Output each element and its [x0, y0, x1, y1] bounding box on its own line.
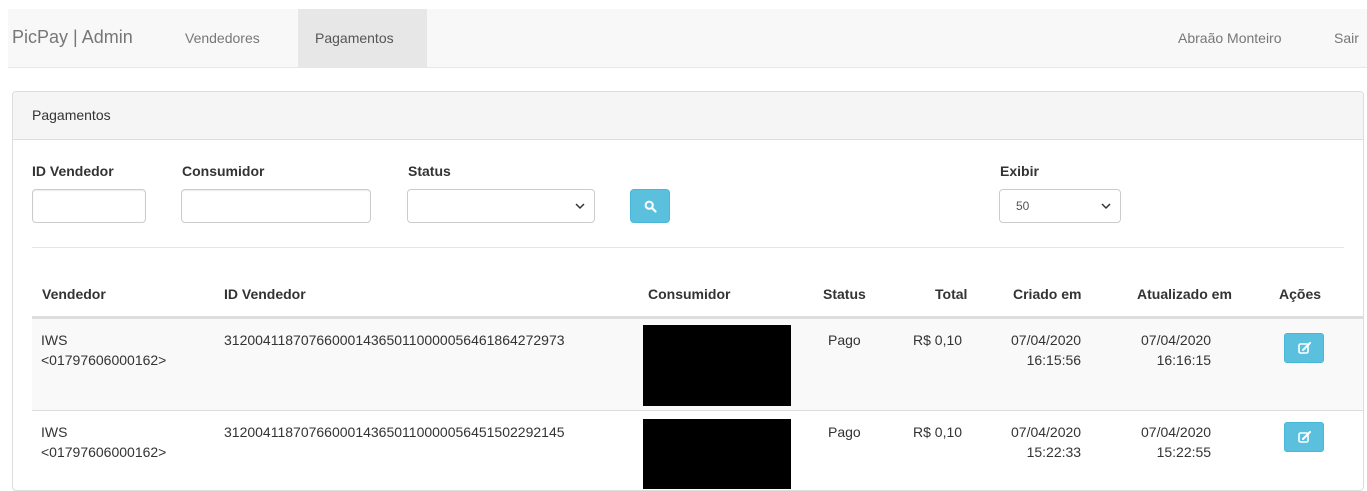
atualizado-data: 07/04/2020 — [1141, 424, 1212, 440]
criado-hora: 15:22:33 — [1026, 444, 1082, 460]
id-vendedor-input[interactable] — [32, 189, 146, 223]
id-vendedor-cell: 3120041187076600014365011000005645150229… — [224, 424, 565, 440]
consumidor-input[interactable] — [181, 189, 371, 223]
search-button[interactable] — [630, 189, 670, 223]
criado-em-cell: 07/04/2020 15:22:33 — [1011, 422, 1081, 462]
criado-em-cell: 07/04/2020 16:15:56 — [1011, 330, 1081, 370]
chevron-down-icon — [575, 203, 585, 210]
atualizado-em-cell: 07/04/2020 15:22:55 — [1141, 422, 1211, 462]
col-status: Status — [823, 286, 866, 302]
navbar: PicPay | Admin Vendedores Pagamentos Abr… — [8, 9, 1367, 68]
col-acoes: Ações — [1279, 286, 1322, 302]
vendedor-doc: <01797606000162> — [41, 352, 167, 368]
exibir-label: Exibir — [1000, 163, 1039, 179]
status-label: Status — [408, 163, 451, 179]
payments-panel: Pagamentos ID Vendedor Consumidor Status… — [12, 91, 1364, 491]
vendedor-cell: IWS <01797606000162> — [41, 330, 166, 370]
edit-icon — [1298, 342, 1311, 354]
status-cell: Pago — [828, 424, 861, 440]
exibir-select[interactable]: 50 — [999, 189, 1121, 223]
consumidor-label: Consumidor — [182, 163, 265, 179]
id-vendedor-cell: 3120041187076600014365011000005646186427… — [224, 332, 565, 348]
consumidor-redacted — [643, 325, 791, 406]
atualizado-hora: 15:22:55 — [1156, 444, 1212, 460]
col-criado-em: Criado em — [1013, 286, 1082, 302]
status-cell: Pago — [828, 332, 861, 348]
edit-icon — [1298, 431, 1311, 443]
criado-hora: 16:15:56 — [1026, 352, 1082, 368]
col-vendedor: Vendedor — [42, 286, 106, 302]
logout-link[interactable]: Sair — [1334, 9, 1359, 67]
exibir-select-value: 50 — [1016, 199, 1030, 213]
col-id-vendedor: ID Vendedor — [224, 286, 306, 302]
search-icon — [644, 200, 657, 213]
nav-item-vendedores[interactable]: Vendedores — [168, 9, 277, 67]
atualizado-hora: 16:16:15 — [1156, 352, 1212, 368]
criado-data: 07/04/2020 — [1011, 424, 1082, 440]
table-row: IWS <01797606000162> 3120041187076600014… — [32, 318, 1363, 410]
id-vendedor-label: ID Vendedor — [32, 163, 114, 179]
col-atualizado-em: Atualizado em — [1137, 286, 1232, 302]
brand-logo[interactable]: PicPay | Admin — [12, 27, 133, 48]
user-name-link[interactable]: Abraão Monteiro — [1178, 9, 1282, 67]
col-consumidor: Consumidor — [648, 286, 731, 302]
col-total: Total — [935, 286, 968, 302]
nav-item-pagamentos[interactable]: Pagamentos — [298, 9, 427, 67]
table-row: IWS <01797606000162> 3120041187076600014… — [32, 410, 1363, 490]
vendedor-name: IWS — [41, 332, 68, 348]
panel-title: Pagamentos — [13, 92, 1363, 140]
status-select[interactable] — [407, 189, 595, 223]
consumidor-redacted — [643, 419, 791, 489]
vendedor-cell: IWS <01797606000162> — [41, 422, 166, 462]
atualizado-data: 07/04/2020 — [1141, 332, 1212, 348]
vendedor-name: IWS — [41, 424, 68, 440]
filters-divider — [32, 247, 1344, 248]
atualizado-em-cell: 07/04/2020 16:16:15 — [1141, 330, 1211, 370]
vendedor-doc: <01797606000162> — [41, 444, 167, 460]
edit-button[interactable] — [1284, 333, 1324, 363]
total-cell: R$ 0,10 — [913, 332, 963, 348]
chevron-down-icon — [1101, 203, 1111, 210]
edit-button[interactable] — [1284, 422, 1324, 452]
criado-data: 07/04/2020 — [1011, 332, 1082, 348]
total-cell: R$ 0,10 — [913, 424, 963, 440]
